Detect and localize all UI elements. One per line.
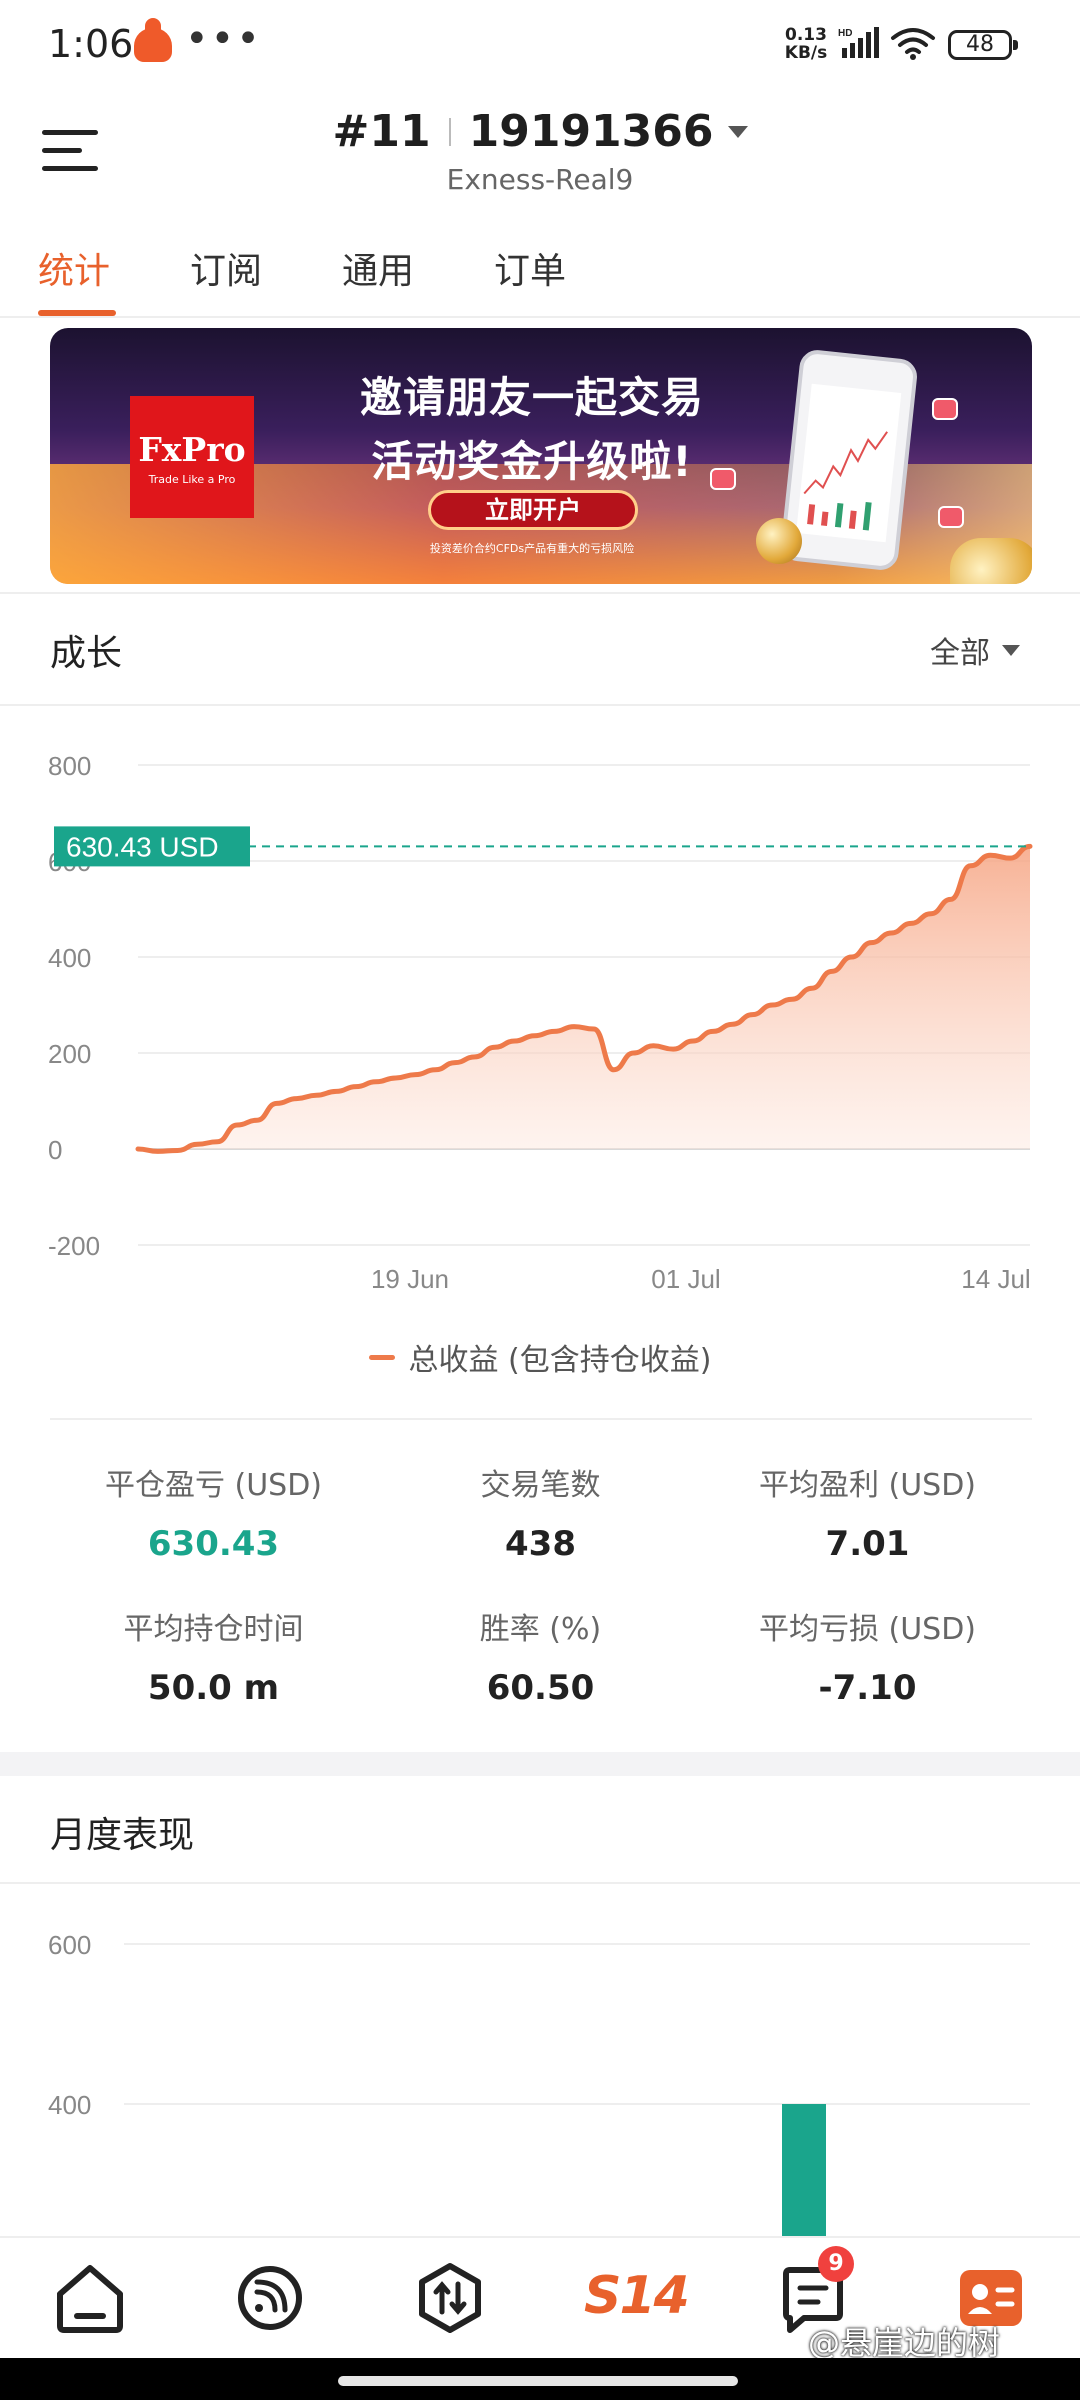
avatar-badge-icon — [938, 506, 964, 528]
trade-icon — [419, 2263, 481, 2333]
nav-feed[interactable] — [225, 2252, 315, 2342]
stat-value: 60.50 — [486, 1668, 595, 1708]
banner-headline-2: 活动奖金升级啦! — [371, 437, 693, 486]
account-dropdown[interactable]: #11 19191366 — [332, 106, 748, 157]
range-filter-dropdown[interactable]: 全部 — [930, 628, 1020, 672]
tab-orders[interactable]: 订单 — [494, 242, 566, 294]
stat-value: 630.43 — [147, 1524, 280, 1564]
monthly-bar — [782, 2104, 826, 2236]
x-tick-label: 14 Jul — [961, 1264, 1030, 1294]
app-mascot-icon — [134, 18, 172, 62]
stat-trade-count: 交易笔数 438 — [377, 1460, 704, 1564]
y-tick-label: 800 — [48, 751, 91, 781]
stat-avg-profit: 平均盈利 (USD) 7.01 — [704, 1460, 1031, 1564]
range-filter-label: 全部 — [930, 636, 990, 671]
open-account-button[interactable]: 立即开户 — [428, 490, 638, 530]
y-tick-label: 400 — [48, 943, 91, 973]
divider — [0, 592, 1080, 594]
tab-general[interactable]: 通用 — [342, 242, 414, 294]
account-separator — [448, 117, 451, 146]
stat-value: -7.10 — [818, 1668, 917, 1708]
caret-down-icon — [1002, 644, 1020, 656]
stat-value: 7.01 — [825, 1524, 910, 1564]
y-tick-label: 600 — [48, 1930, 91, 1960]
banner-disclaimer: 投资差价合约CFDs产品有重大的亏损风险 — [429, 542, 635, 555]
clock: 1:06 — [48, 22, 134, 66]
stat-value: 50.0 m — [147, 1668, 280, 1708]
y-tick-label: 0 — [48, 1135, 62, 1165]
caret-down-icon — [727, 125, 748, 138]
y-tick-label: -200 — [48, 1231, 100, 1261]
stat-label: 平均盈利 (USD) — [758, 1468, 977, 1503]
cellular-signal-icon: HD — [838, 27, 879, 58]
home-icon — [57, 2265, 123, 2333]
account-header: #11 19191366 Exness-Real9 — [0, 92, 1080, 212]
stat-label: 平均持仓时间 — [123, 1612, 304, 1647]
fxpro-logo: FxPro Trade Like a Pro — [130, 396, 254, 518]
stat-label: 交易笔数 — [480, 1468, 601, 1503]
stat-avg-loss: 平均亏损 (USD) -7.10 — [704, 1604, 1031, 1708]
growth-chart: 8006004002000-200 19 Jun01 Jul14 Jul 630… — [0, 710, 1080, 1350]
y-tick-label: 400 — [48, 2090, 91, 2120]
stat-closed-pnl: 平仓盈亏 (USD) 630.43 — [50, 1460, 377, 1564]
nav-s14[interactable]: S14 — [584, 2266, 690, 2326]
status-bar: 1:06 ••• 0.13 KB/s HD 48 — [0, 0, 1080, 92]
account-selector: #11 19191366 Exness-Real9 — [0, 106, 1080, 196]
active-tab-indicator — [38, 310, 116, 316]
growth-title: 成长 — [50, 633, 123, 674]
account-number: 19191366 — [468, 106, 714, 157]
system-navigation-bar — [0, 2358, 1080, 2400]
account-server: Exness-Real9 — [446, 163, 634, 196]
banner-headline-1: 邀请朋友一起交易 — [359, 373, 704, 422]
growth-chart-svg: 8006004002000-200 19 Jun01 Jul14 Jul 630… — [48, 751, 1033, 1294]
network-speed-value: 0.13 — [785, 25, 827, 45]
stat-label: 平仓盈亏 (USD) — [104, 1468, 323, 1503]
monthly-title: 月度表现 — [50, 1815, 195, 1856]
network-speed: 0.13 KB/s — [778, 26, 834, 62]
svg-text:HD: HD — [838, 28, 852, 39]
promo-banner[interactable]: FxPro Trade Like a Pro 邀请朋友一起交易 活动奖金升级啦!… — [50, 328, 1032, 584]
tab-statistics[interactable]: 统计 — [38, 242, 110, 294]
signal-feed-icon — [238, 2266, 302, 2330]
avatar-badge-icon — [710, 468, 736, 490]
battery-indicator: 48 — [948, 30, 1018, 60]
network-speed-unit: KB/s — [784, 43, 828, 63]
stat-win-rate: 胜率 (%) 60.50 — [377, 1604, 704, 1708]
wifi-icon — [891, 28, 935, 60]
legend-swatch — [368, 1354, 395, 1360]
avatar-badge-icon — [932, 398, 958, 420]
nav-home[interactable] — [45, 2252, 135, 2342]
coin-icon — [756, 518, 802, 564]
divider — [0, 704, 1080, 706]
phone-screen — [796, 383, 902, 543]
stat-avg-hold-time: 平均持仓时间 50.0 m — [50, 1604, 377, 1708]
brand-name: FxPro — [138, 430, 246, 469]
stat-label: 胜率 (%) — [479, 1612, 602, 1647]
stat-value: 438 — [505, 1524, 576, 1564]
tab-subscribe[interactable]: 订阅 — [190, 242, 262, 294]
tab-bar: 统计 订阅 通用 订单 — [0, 212, 1080, 318]
divider — [50, 1418, 1032, 1420]
monthly-chart-svg: 600 400 — [48, 1930, 1030, 2236]
x-tick-label: 19 Jun — [371, 1264, 449, 1294]
y-tick-label: 200 — [48, 1039, 91, 1069]
account-prefix: #11 — [332, 106, 431, 157]
chart-legend: 总收益 (包含持仓收益) — [0, 1335, 1080, 1379]
legend-label: 总收益 (包含持仓收益) — [408, 1343, 712, 1378]
notification-badge: 9 — [818, 2246, 854, 2282]
current-value-label: 630.43 USD — [66, 831, 219, 862]
x-tick-label: 01 Jul — [651, 1264, 720, 1294]
home-indicator[interactable] — [338, 2376, 738, 2386]
brand-tagline: Trade Like a Pro — [148, 473, 236, 486]
more-notifications-icon: ••• — [185, 16, 262, 62]
candlestick-illustration — [803, 431, 888, 531]
stat-label: 平均亏损 (USD) — [758, 1612, 977, 1647]
section-gap — [0, 1752, 1080, 1776]
coin-icon — [950, 538, 1032, 584]
monthly-chart: 600 400 — [0, 1884, 1080, 2236]
nav-trade[interactable] — [405, 2252, 495, 2342]
